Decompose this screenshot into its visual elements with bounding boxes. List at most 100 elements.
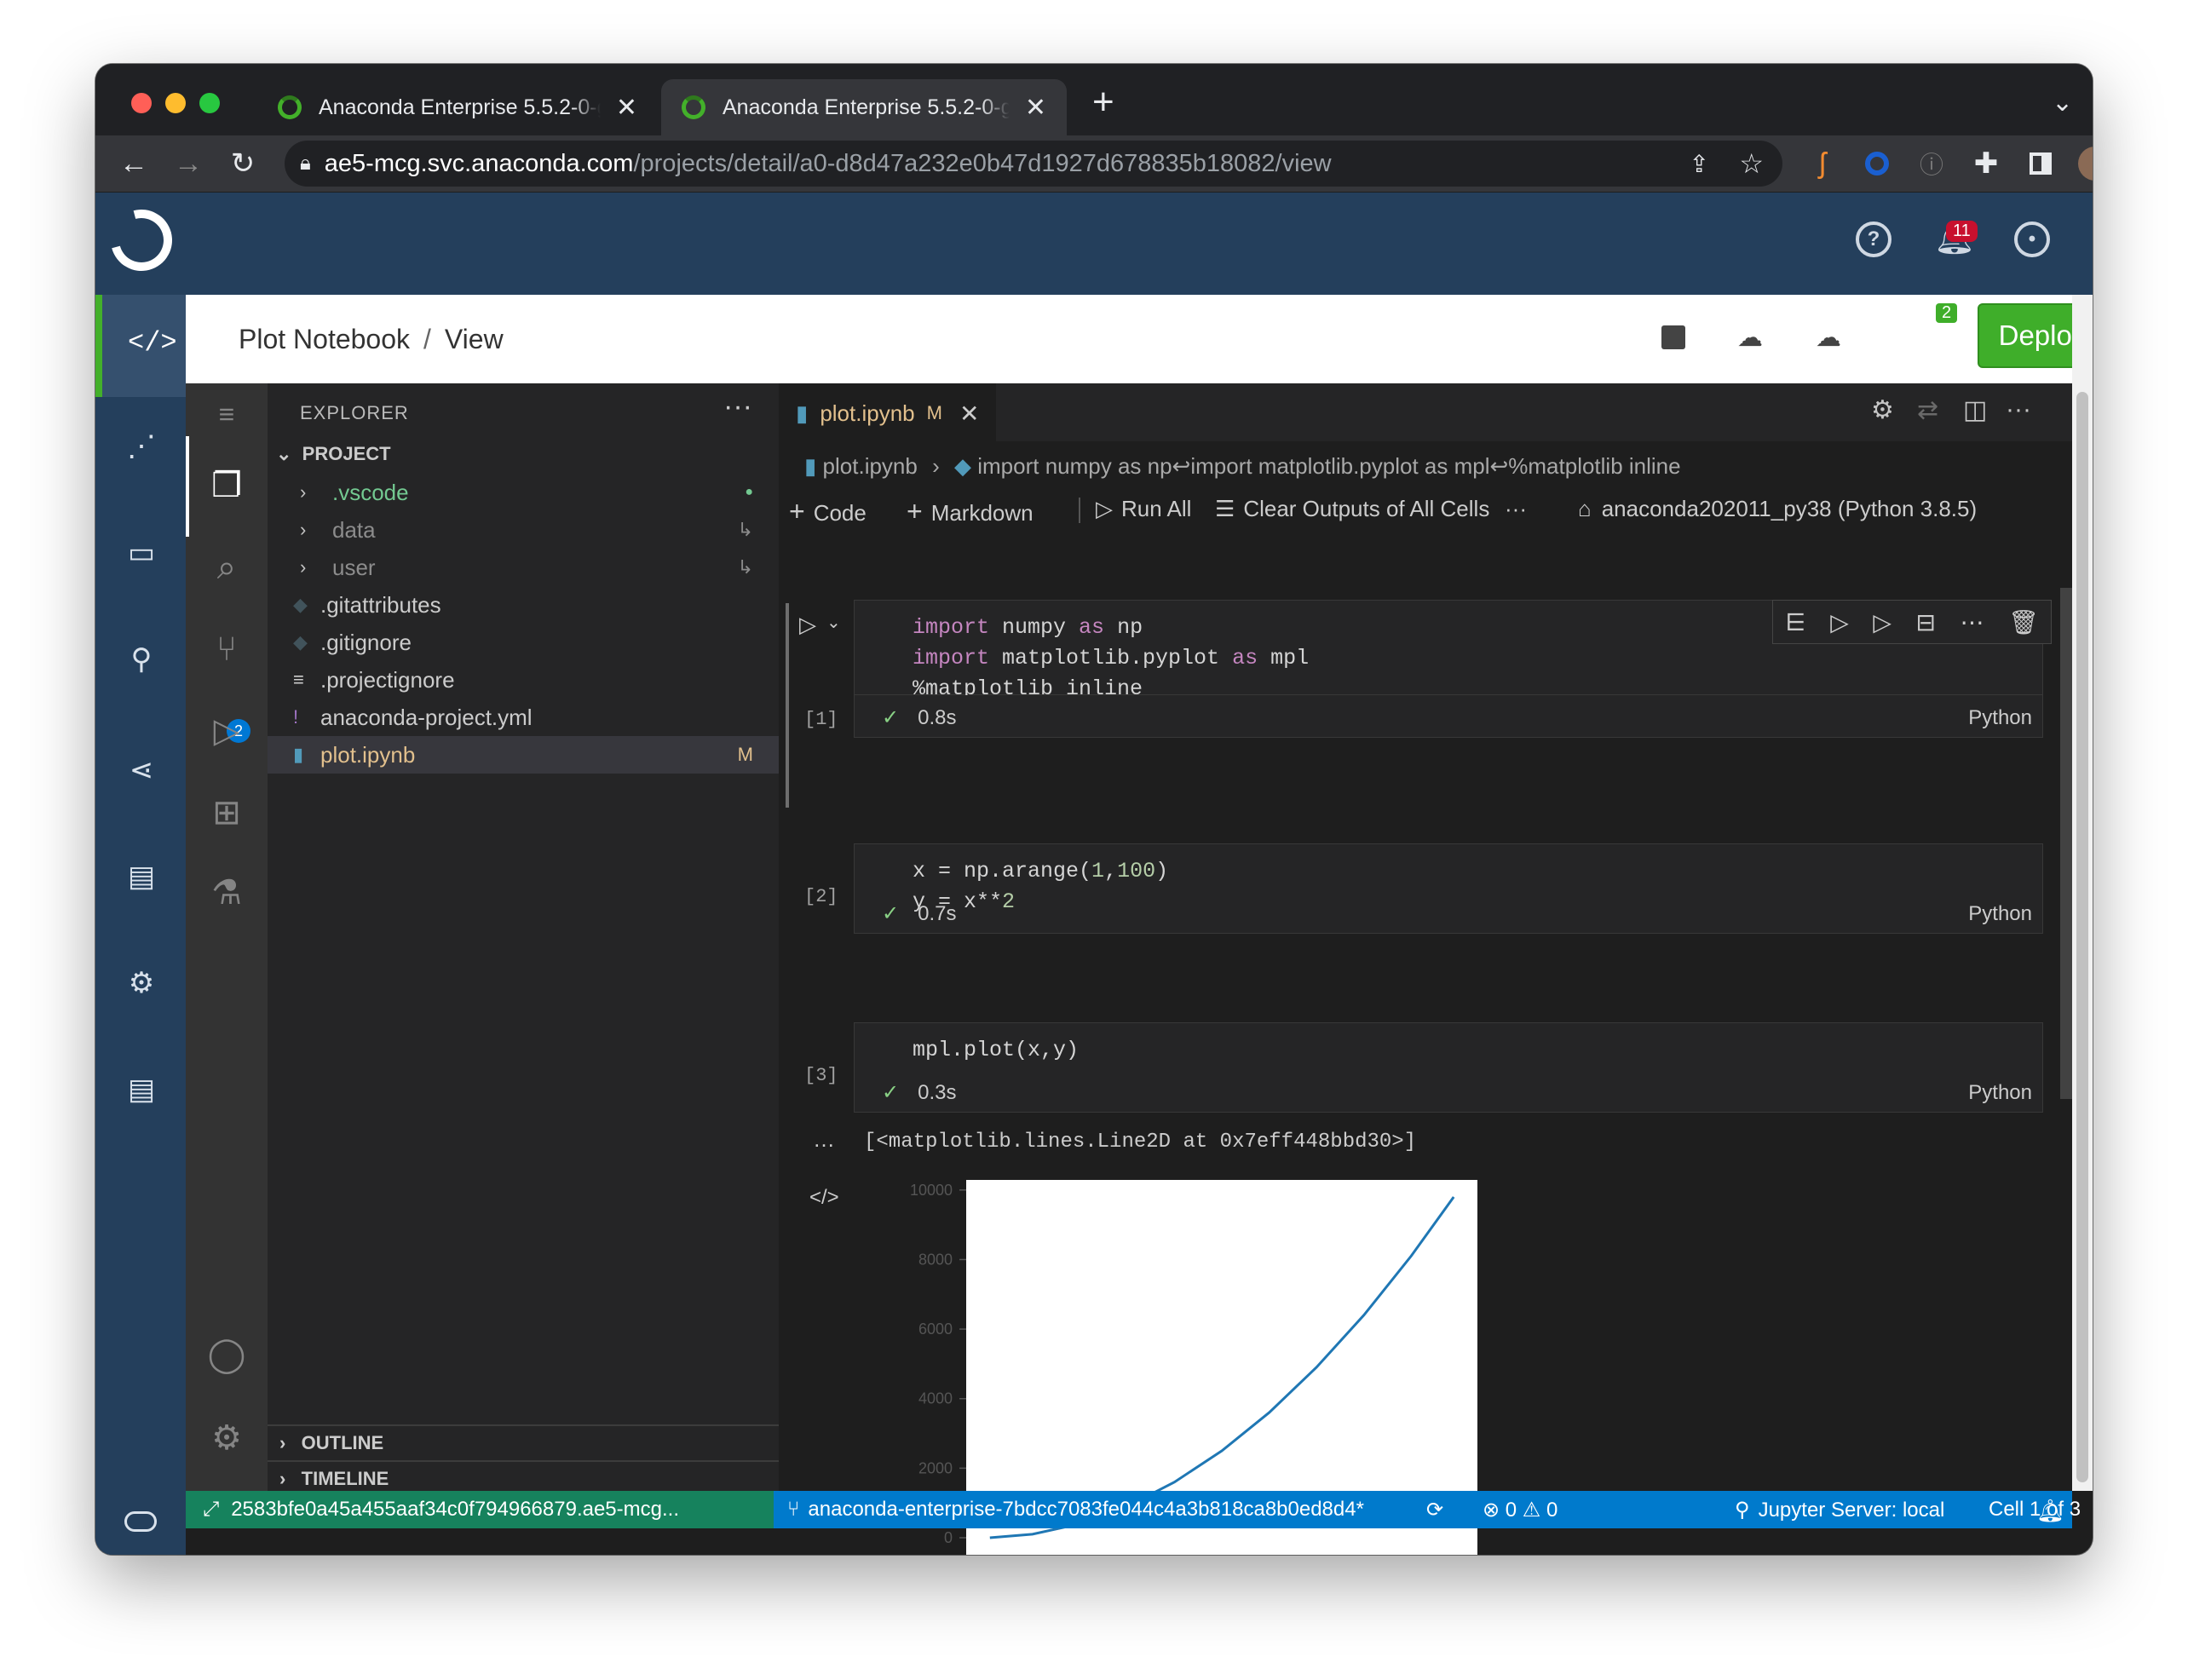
stop-session-icon[interactable]	[1655, 319, 1692, 356]
delete-cell-icon[interactable]: 🗑︎	[2008, 608, 2039, 636]
profile-avatar[interactable]	[2074, 142, 2093, 185]
page-scrollbar[interactable]	[2072, 383, 2093, 1491]
chevron-right-icon[interactable]: ›	[300, 556, 320, 578]
cell-3-language[interactable]: Python	[1968, 1081, 2032, 1105]
run-by-line-icon[interactable]: ⋿	[1785, 608, 1805, 636]
cell-3-code[interactable]: mpl.plot(x,y)	[913, 1035, 1079, 1066]
network-nodes-icon[interactable]: ⋰	[118, 423, 165, 470]
editor-tab-plot[interactable]: ▮ plot.ipynb M ✕	[779, 383, 997, 441]
tree-item[interactable]: ! anaconda-project.yml	[268, 699, 779, 736]
close-tab-icon[interactable]: ✕	[1025, 93, 1046, 123]
remote-indicator[interactable]: ⤢ 2583bfe0a45a455aaf34c0f794966879.ae5-mc…	[186, 1491, 774, 1528]
help-icon[interactable]: ?	[1856, 222, 1891, 257]
tree-item[interactable]: ◆ .gitattributes	[268, 586, 779, 624]
notebook-settings-gear-icon[interactable]: ⚙	[1871, 395, 1894, 425]
tree-item[interactable]: ≡ .projectignore	[268, 661, 779, 699]
tree-item[interactable]: ◆ .gitignore	[268, 624, 779, 661]
explorer-files-icon[interactable]: ❐	[201, 460, 252, 511]
nav-item-code[interactable]: </>	[95, 295, 186, 397]
notebook-cell-3[interactable]: mpl.plot(x,y) ✓ 0.3s Python	[854, 1022, 2043, 1113]
open-changes-icon[interactable]: ⇄	[1917, 395, 1938, 425]
browser-tab-1[interactable]: Anaconda Enterprise 5.5.2-0-g ✕	[257, 79, 658, 135]
close-window-button[interactable]	[131, 93, 152, 113]
run-debug-icon[interactable]: ▷	[201, 705, 252, 757]
reload-icon[interactable]: ↻	[222, 142, 264, 185]
tree-item[interactable]: ▮ plot.ipynb M	[268, 736, 779, 774]
settings-gears-icon[interactable]: ⚙	[118, 959, 165, 1007]
split-editor-icon[interactable]: ◫	[1963, 395, 1987, 425]
document-list-icon[interactable]: ▤	[118, 1066, 165, 1113]
add-markdown-cell-button[interactable]: + Markdown	[907, 496, 1034, 527]
anaconda-logo-icon[interactable]	[99, 198, 184, 283]
problems-indicator[interactable]: ⊗ 0 ⚠ 0	[1483, 1498, 1558, 1522]
browser-tab-2[interactable]: Anaconda Enterprise 5.5.2-0-g ✕	[661, 79, 1067, 135]
back-arrow-icon[interactable]: ←	[112, 142, 155, 185]
page-scrollbar-thumb[interactable]	[2076, 392, 2088, 1482]
output-more-icon[interactable]: …	[813, 1126, 835, 1153]
cloud-upload-icon[interactable]: ☁	[1810, 319, 1847, 356]
split-cell-icon[interactable]: ⊟	[1916, 608, 1936, 636]
jupyter-server-indicator[interactable]: ⚲ Jupyter Server: local	[1735, 1498, 1944, 1522]
code-brackets-icon: </>	[128, 327, 177, 359]
editor-more-icon[interactable]: ···	[2006, 395, 2031, 424]
extension-hook-icon[interactable]: ʃ	[1801, 142, 1844, 185]
toggle-icon[interactable]	[124, 1511, 157, 1532]
tab-search-chevron-icon[interactable]: ⌄	[2052, 88, 2073, 118]
news-document-icon[interactable]: ▤	[118, 853, 165, 900]
explorer-more-icon[interactable]: ···	[723, 390, 752, 423]
menu-hamburger-icon[interactable]: ≡	[201, 388, 252, 440]
execute-above-icon[interactable]: ▷	[1830, 608, 1849, 636]
user-account-icon[interactable]: •	[2014, 222, 2050, 257]
extension-info-icon[interactable]: ⓘ	[1910, 142, 1953, 185]
chevron-right-icon[interactable]: ›	[300, 519, 320, 541]
breadcrumb-project[interactable]: Plot Notebook	[239, 324, 410, 354]
extensions-puzzle-icon[interactable]: ✚	[1965, 142, 2007, 185]
search-icon[interactable]: ⌕	[201, 542, 252, 593]
forward-arrow-icon[interactable]: →	[167, 142, 210, 185]
run-all-button[interactable]: ▷ Run All	[1096, 496, 1191, 522]
cell-more-icon[interactable]: ⋯	[1961, 608, 1984, 636]
calendar-icon[interactable]: ▭	[118, 529, 165, 577]
cell-1-language[interactable]: Python	[1968, 706, 2032, 730]
execute-below-icon[interactable]: ▷	[1873, 608, 1891, 636]
cell-1-code[interactable]: import numpy as np import matplotlib.pyp…	[913, 613, 1309, 705]
testing-flask-icon[interactable]: ⚗	[201, 867, 252, 918]
side-panel-icon[interactable]	[2019, 142, 2062, 185]
bookmark-star-icon[interactable]: ☆	[1739, 147, 1764, 180]
tree-item[interactable]: › data ↳	[268, 511, 779, 549]
address-bar[interactable]: 🔒︎ ae5-mcg.svc.anaconda.com/projects/det…	[285, 141, 1782, 187]
new-tab-button[interactable]: +	[1092, 81, 1114, 124]
share-nodes-icon[interactable]: ⋖	[118, 746, 165, 794]
add-code-cell-button[interactable]: + Code	[789, 496, 867, 527]
close-tab-icon[interactable]: ✕	[959, 400, 979, 428]
outline-section-header[interactable]: › OUTLINE	[268, 1424, 779, 1460]
extension-circle-icon[interactable]	[1856, 142, 1898, 185]
tree-item[interactable]: › user ↳	[268, 549, 779, 586]
run-cell-icon[interactable]: ▷	[799, 612, 816, 638]
manage-gear-icon[interactable]: ⚙	[201, 1412, 252, 1464]
status-bell-icon[interactable]: 🔔︎	[2036, 1498, 2064, 1524]
notebook-cell-2[interactable]: x = np.arange(1,100) y = x**2 ✓ 0.7s Pyth…	[854, 843, 2043, 934]
notebook-more-icon[interactable]: ···	[1505, 496, 1527, 522]
cloud-download-icon[interactable]: ☁	[1731, 319, 1769, 356]
cell-position-indicator[interactable]: Cell 1 of 3	[1989, 1498, 2081, 1522]
deployment-bike-icon[interactable]: ⚲	[118, 636, 165, 683]
extensions-icon[interactable]: ⊞	[201, 787, 252, 838]
editor-scrollbar[interactable]	[2060, 588, 2072, 1099]
maximize-window-button[interactable]	[199, 93, 220, 113]
minimize-window-button[interactable]	[165, 93, 186, 113]
source-control-icon[interactable]: ⑂	[201, 624, 252, 675]
accounts-icon[interactable]: ◯	[201, 1329, 252, 1380]
close-tab-icon[interactable]: ✕	[616, 93, 637, 123]
output-mimetype-icon[interactable]: </>	[809, 1186, 839, 1210]
cell-2-language[interactable]: Python	[1968, 902, 2032, 926]
sync-icon[interactable]: ⟳	[1426, 1498, 1443, 1522]
share-icon[interactable]: ⇪	[1690, 150, 1709, 178]
run-options-chevron-icon[interactable]: ⌄	[826, 612, 841, 633]
chevron-right-icon[interactable]: ›	[300, 481, 320, 503]
project-section-header[interactable]: ⌄ PROJECT	[276, 443, 391, 465]
clear-outputs-button[interactable]: ☰ Clear Outputs of All Cells	[1215, 496, 1489, 522]
git-branch-indicator[interactable]: ⑂ anaconda-enterprise-7bdcc7083fe044c4a3b…	[787, 1498, 1364, 1522]
kernel-picker[interactable]: ⌂ anaconda202011_py38 (Python 3.8.5)	[1578, 496, 1977, 522]
tree-item[interactable]: › .vscode ●	[268, 474, 779, 511]
